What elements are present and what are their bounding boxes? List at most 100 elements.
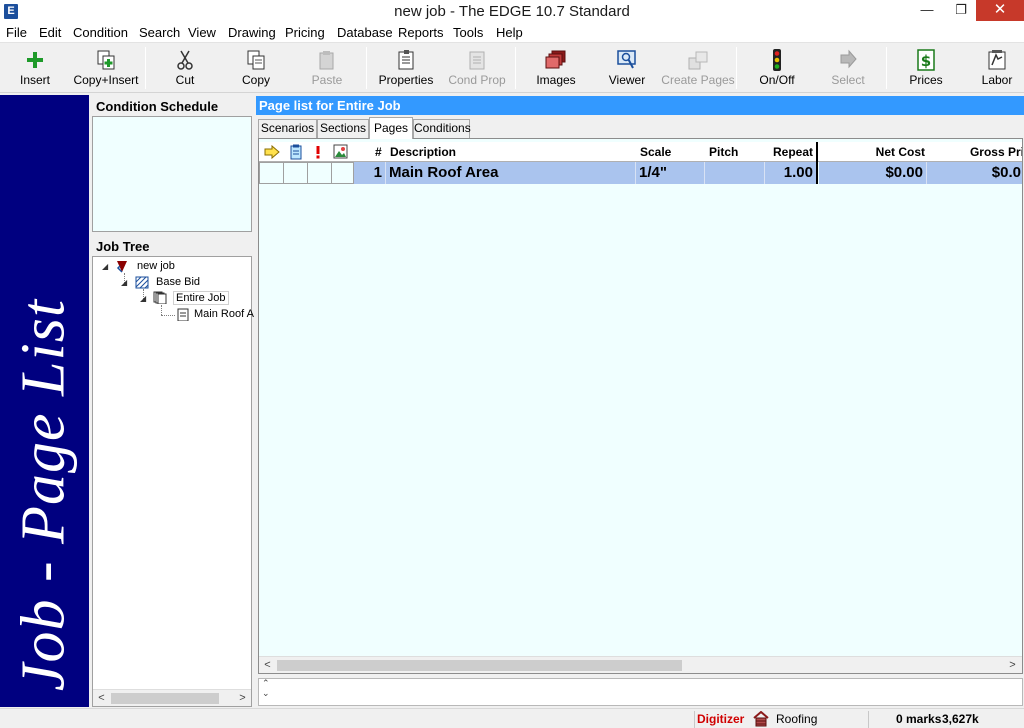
create-pages-label: Create Pages [661, 73, 735, 87]
menu-search[interactable]: Search [139, 25, 180, 40]
menu-tools[interactable]: Tools [453, 25, 483, 40]
tree-collapse-icon[interactable]: ◢ [121, 278, 127, 287]
table-row[interactable]: 1 Main Roof Area 1/4" 1.00 $0.00 $0.0 [259, 162, 1022, 184]
row-number[interactable]: 1 [354, 162, 386, 184]
page-list-header: Page list for Entire Job [256, 96, 1024, 115]
cut-button[interactable]: Cut [150, 46, 220, 90]
bid-hatch-icon [135, 276, 149, 289]
copy-insert-icon [97, 50, 115, 70]
dollar-icon: $ [917, 49, 935, 71]
tree-item-new-job[interactable]: new job [137, 260, 175, 272]
banner-title: Job - Page List [9, 298, 78, 692]
row-notes-cell[interactable] [284, 162, 308, 184]
close-button[interactable]: ✕ [976, 0, 1024, 21]
menu-condition[interactable]: Condition [73, 25, 128, 40]
create-pages-button[interactable]: Create Pages [661, 46, 735, 90]
cond-prop-button[interactable]: Cond Prop [442, 46, 512, 90]
condition-schedule-panel[interactable] [92, 116, 252, 232]
col-header-number[interactable]: # [375, 142, 385, 162]
row-pitch[interactable] [705, 162, 765, 184]
tree-item-base-bid[interactable]: Base Bid [156, 276, 200, 288]
col-header-pitch[interactable]: Pitch [709, 142, 764, 162]
status-trade: Roofing [776, 712, 818, 726]
scroll-thumb[interactable] [111, 693, 219, 704]
tree-item-main-roof[interactable]: Main Roof A [194, 308, 254, 320]
copy-label: Copy [241, 73, 270, 87]
copy-insert-button[interactable]: Copy+Insert [71, 46, 141, 90]
svg-text:$: $ [921, 52, 931, 70]
cond-prop-icon [469, 51, 485, 70]
tree-item-entire-job[interactable]: Entire Job [173, 291, 229, 305]
tree-collapse-icon[interactable]: ◢ [140, 294, 146, 303]
row-pointer-cell[interactable] [259, 162, 284, 184]
cond-prop-label: Cond Prop [448, 73, 506, 87]
properties-button[interactable]: Properties [371, 46, 441, 90]
properties-label: Properties [378, 73, 434, 87]
row-description[interactable]: Main Roof Area [386, 162, 636, 184]
copy-button[interactable]: Copy [221, 46, 291, 90]
menu-file[interactable]: File [6, 25, 27, 40]
tree-horizontal-scrollbar[interactable]: < > [93, 689, 251, 706]
menu-edit[interactable]: Edit [39, 25, 61, 40]
grid-horizontal-scrollbar[interactable]: < > [259, 656, 1022, 673]
maximize-button[interactable]: ❐ [946, 0, 976, 21]
scroll-left-icon[interactable]: < [93, 690, 110, 707]
job-tree-heading: Job Tree [96, 239, 150, 254]
pages-stack-icon [153, 291, 167, 304]
prices-button[interactable]: $ Prices [891, 46, 961, 90]
select-label: Select [831, 73, 865, 87]
image-icon [333, 144, 348, 159]
images-button[interactable]: Images [521, 46, 591, 90]
traffic-light-icon [773, 49, 781, 71]
cut-label: Cut [175, 73, 195, 87]
minimize-button[interactable]: — [912, 0, 942, 21]
job-tree-panel[interactable]: ◢ new job ◢ Base Bid ◢ Entire Job Main R… [92, 256, 254, 707]
status-marks: 0 marks [896, 712, 942, 726]
page-list-grid[interactable]: # Description Scale Pitch Repeat Net Cos… [258, 138, 1023, 674]
copy-icon [247, 50, 265, 70]
labor-button[interactable]: Labor [962, 46, 1024, 90]
menu-bar: File Edit Condition Search View Drawing … [0, 23, 1024, 43]
on-off-button[interactable]: On/Off [742, 46, 812, 90]
row-repeat[interactable]: 1.00 [765, 162, 817, 184]
tree-collapse-icon[interactable]: ◢ [102, 262, 108, 271]
menu-drawing[interactable]: Drawing [228, 25, 276, 40]
scroll-right-icon[interactable]: > [1004, 657, 1021, 673]
col-header-description[interactable]: Description [390, 142, 630, 162]
insert-button[interactable]: Insert [0, 46, 70, 90]
col-header-scale[interactable]: Scale [640, 142, 700, 162]
scroll-thumb[interactable] [277, 660, 682, 671]
col-header-net-cost[interactable]: Net Cost [819, 142, 925, 162]
row-gross-price[interactable]: $0.0 [927, 162, 1022, 184]
viewer-button[interactable]: Viewer [592, 46, 662, 90]
condition-schedule-heading: Condition Schedule [96, 99, 219, 114]
command-input-area[interactable]: ⌃ ⌄ [258, 678, 1023, 706]
scroll-right-icon[interactable]: > [234, 690, 251, 707]
menu-database[interactable]: Database [337, 25, 393, 40]
col-header-gross-price[interactable]: Gross Pri [927, 142, 1022, 162]
row-scale[interactable]: 1/4" [636, 162, 705, 184]
scroll-left-icon[interactable]: < [259, 657, 276, 673]
menu-pricing[interactable]: Pricing [285, 25, 325, 40]
warning-exclamation-icon [316, 146, 320, 159]
tab-sections[interactable]: Sections [317, 119, 369, 138]
row-net-cost[interactable]: $0.00 [819, 162, 927, 184]
scissors-icon [177, 50, 193, 70]
expand-up-icon[interactable]: ⌃ [262, 679, 270, 688]
expand-down-icon[interactable]: ⌄ [262, 689, 270, 698]
menu-view[interactable]: View [188, 25, 216, 40]
tab-scenarios[interactable]: Scenarios [258, 119, 317, 138]
menu-reports[interactable]: Reports [398, 25, 444, 40]
tab-conditions[interactable]: Conditions [413, 119, 471, 138]
plus-icon [27, 52, 43, 68]
col-header-repeat[interactable]: Repeat [765, 142, 813, 162]
select-button[interactable]: Select [813, 46, 883, 90]
paste-button[interactable]: Paste [292, 46, 362, 90]
row-warning-cell[interactable] [308, 162, 332, 184]
images-label: Images [536, 73, 576, 87]
menu-help[interactable]: Help [496, 25, 523, 40]
tab-pages[interactable]: Pages [369, 117, 413, 139]
arrow-right-icon [264, 145, 280, 159]
row-image-cell[interactable] [332, 162, 354, 184]
properties-icon [398, 50, 414, 70]
